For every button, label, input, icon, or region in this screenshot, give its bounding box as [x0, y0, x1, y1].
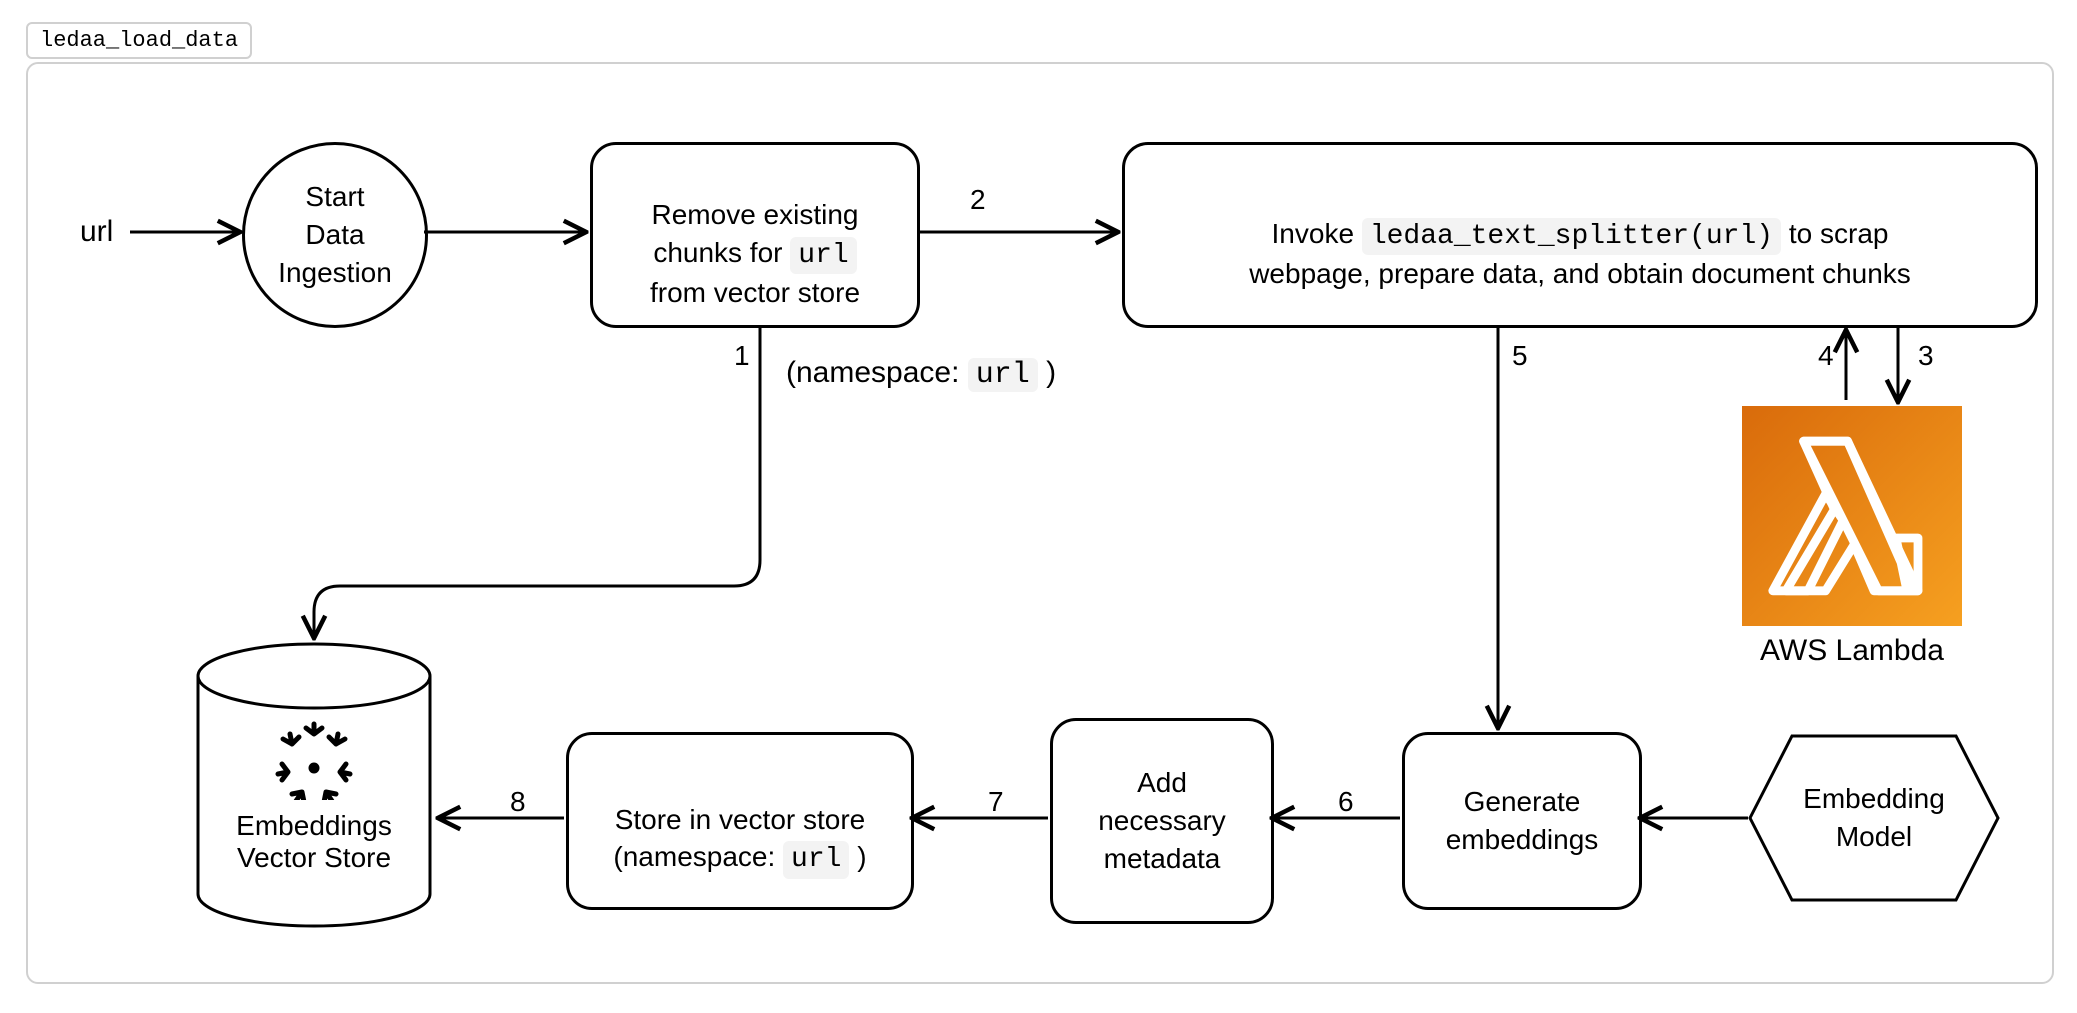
node-invoke-splitter: Invoke ledaa_text_splitter(url) to scrap…	[1122, 142, 2038, 328]
code-url2: url	[783, 841, 849, 879]
node-add-metadata: Add necessary metadata	[1050, 718, 1274, 924]
frame-tab: ledaa_load_data	[26, 22, 252, 59]
code: url	[968, 358, 1038, 392]
node-invoke-text: Invoke ledaa_text_splitter(url) to scrap…	[1249, 177, 1911, 293]
aws-lambda-icon	[1742, 406, 1962, 626]
edge-label-6: 6	[1336, 786, 1356, 818]
diagram-canvas: { "tab": "ledaa_load_data", "input_label…	[0, 0, 2077, 1013]
node-remove-chunks: Remove existing chunks for url from vect…	[590, 142, 920, 328]
input-url-label: url	[78, 215, 115, 249]
edge-label-1-note: (namespace: url )	[784, 356, 1058, 392]
node-remove-text: Remove existing chunks for url from vect…	[650, 158, 860, 312]
edge-label-2: 2	[968, 184, 988, 216]
edge-label-4: 4	[1816, 340, 1836, 372]
t: from vector store	[650, 277, 860, 308]
edge-label-3: 3	[1916, 340, 1936, 372]
node-start: Start Data Ingestion	[242, 142, 428, 328]
pinecone-icon	[274, 720, 354, 800]
t: )	[1038, 356, 1056, 389]
node-store-vector: Store in vector store (namespace: url )	[566, 732, 914, 910]
edge-label-8: 8	[508, 786, 528, 818]
t: (namespace:	[786, 356, 968, 389]
t: )	[849, 841, 866, 872]
node-store-text: Store in vector store (namespace: url )	[613, 763, 866, 879]
aws-lambda-caption: AWS Lambda	[1742, 634, 1962, 668]
t: Embeddings Vector Store	[194, 810, 434, 874]
edge-label-1: 1	[732, 340, 752, 372]
t: Embedding Model	[1803, 780, 1945, 856]
t: Invoke	[1272, 218, 1362, 249]
node-start-text: Start Data Ingestion	[278, 178, 392, 291]
node-vector-store: Embeddings Vector Store	[194, 640, 434, 930]
t: Add necessary metadata	[1098, 764, 1226, 877]
node-generate-embeddings: Generate embeddings	[1402, 732, 1642, 910]
edge-label-7: 7	[986, 786, 1006, 818]
code-splitter: ledaa_text_splitter(url)	[1362, 218, 1781, 256]
edge-label-5: 5	[1510, 340, 1530, 372]
code-url: url	[790, 237, 856, 275]
node-embedding-model: Embedding Model	[1746, 732, 2002, 904]
t: Generate embeddings	[1446, 783, 1599, 859]
